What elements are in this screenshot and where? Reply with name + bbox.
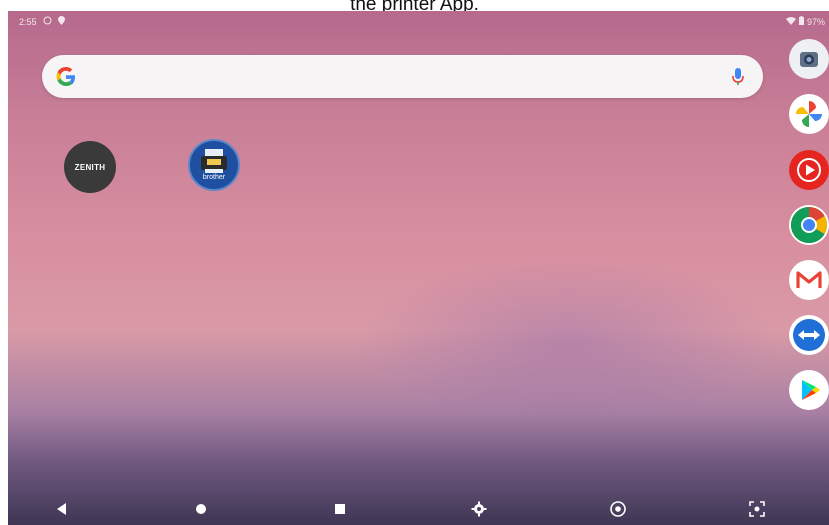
- brother-app-label: brother: [202, 174, 226, 181]
- screenshot-icon[interactable]: [748, 500, 766, 518]
- mic-icon[interactable]: [731, 67, 745, 87]
- settings-icon[interactable]: [470, 500, 488, 518]
- wifi-icon: [785, 16, 796, 27]
- play-store-app-icon[interactable]: [789, 370, 829, 410]
- google-search-bar[interactable]: [42, 55, 763, 98]
- location-icon: [57, 16, 65, 27]
- printer-icon: [201, 149, 227, 173]
- brother-print-app-icon[interactable]: brother: [188, 139, 240, 191]
- navigation-bar: [8, 491, 829, 525]
- camera-app-icon[interactable]: [789, 39, 829, 79]
- back-icon[interactable]: [53, 500, 71, 518]
- recents-icon[interactable]: [331, 500, 349, 518]
- zenith-app-icon[interactable]: ZENITH: [64, 141, 116, 193]
- photos-app-icon[interactable]: [789, 94, 829, 134]
- zenith-app-label: ZENITH: [74, 162, 106, 172]
- notification-icon: [43, 16, 52, 27]
- battery-icon: [798, 16, 804, 27]
- gmail-app-icon[interactable]: [789, 260, 829, 300]
- status-bar: 2:55 97%: [8, 11, 829, 31]
- tablet-home-screen: 2:55 97% ZENITH brother: [8, 11, 829, 525]
- youtube-music-app-icon[interactable]: [789, 150, 829, 190]
- chrome-app-icon[interactable]: [789, 205, 829, 245]
- battery-percent: 97%: [806, 16, 825, 27]
- status-time: 2:55: [19, 16, 37, 27]
- google-logo-icon: [54, 65, 78, 89]
- teamviewer-app-icon[interactable]: [789, 315, 829, 355]
- app-dock: [781, 39, 829, 499]
- home-icon[interactable]: [192, 500, 210, 518]
- chrome-nav-icon[interactable]: [609, 500, 627, 518]
